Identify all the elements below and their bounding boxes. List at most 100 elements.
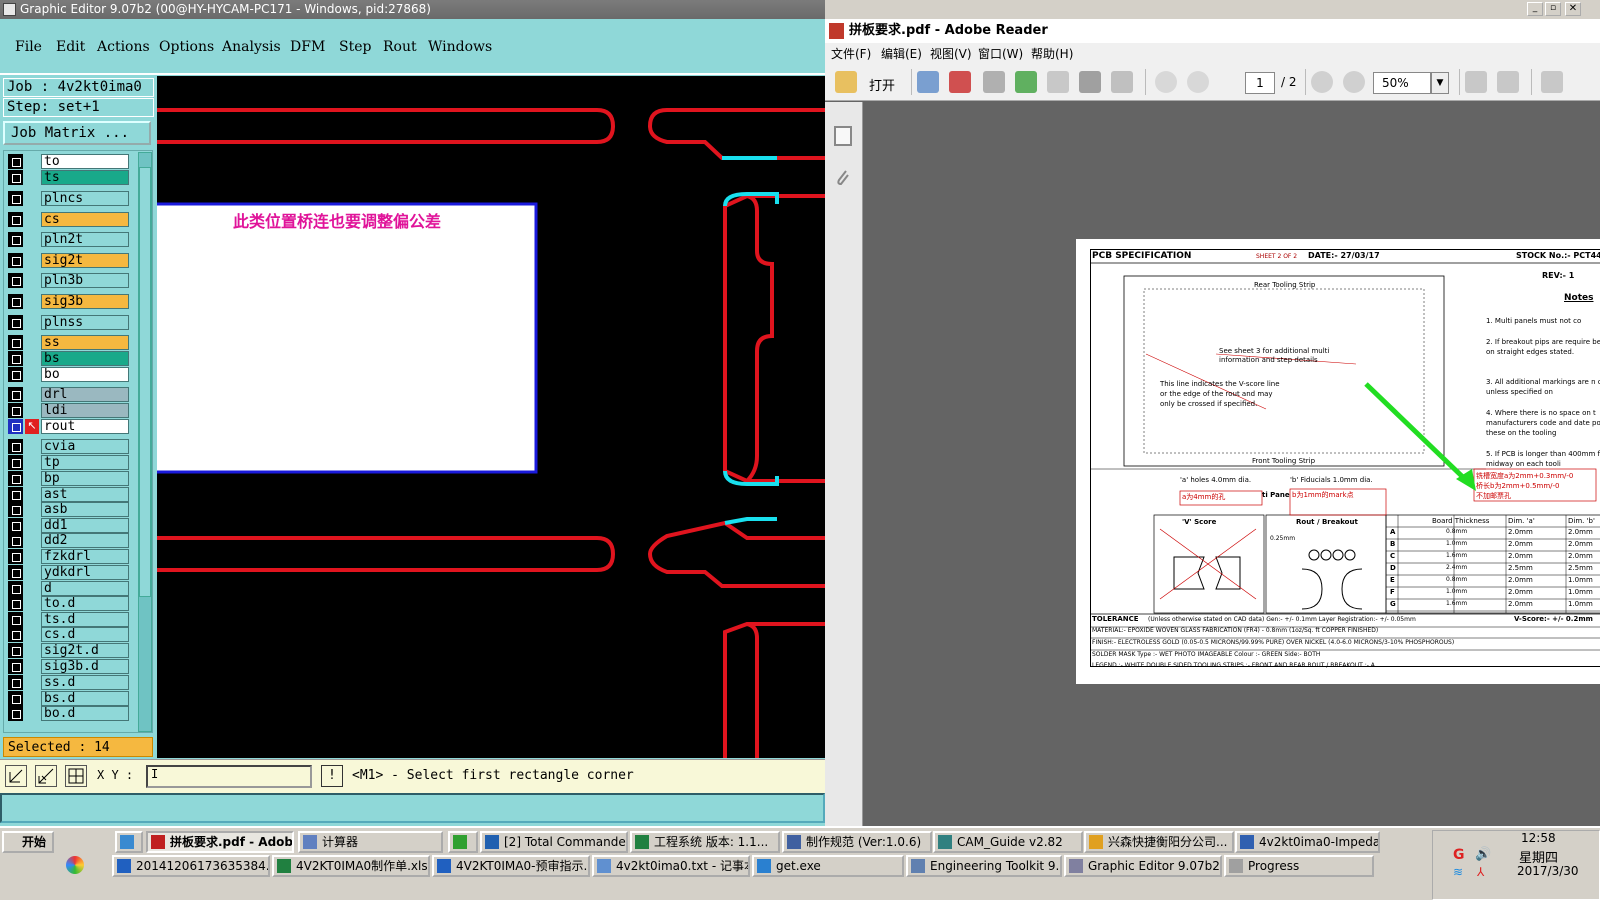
fullscreen-icon[interactable] bbox=[1541, 71, 1563, 93]
layer-name[interactable]: pln2t bbox=[41, 232, 129, 247]
page-number-input[interactable]: 1 bbox=[1245, 72, 1275, 94]
layer-checkbox[interactable] bbox=[8, 232, 23, 247]
layer-row[interactable]: d bbox=[8, 581, 129, 596]
layer-name[interactable]: sig2t.d bbox=[41, 643, 129, 658]
layer-name[interactable]: ss.d bbox=[41, 675, 129, 690]
layer-name[interactable]: plncs bbox=[41, 191, 129, 206]
layer-row[interactable]: to bbox=[8, 154, 129, 169]
layer-scrollbar[interactable] bbox=[138, 152, 152, 732]
grid-icon[interactable] bbox=[65, 765, 87, 787]
layer-checkbox[interactable] bbox=[8, 455, 23, 470]
menu-file[interactable]: File bbox=[15, 39, 42, 55]
layer-checkbox[interactable] bbox=[8, 387, 23, 402]
taskbar-button[interactable]: 工程系统 版本: 1.1... bbox=[630, 831, 780, 853]
layer-checkbox[interactable] bbox=[8, 315, 23, 330]
menu-windows[interactable]: Windows bbox=[428, 39, 492, 55]
menu-rout[interactable]: Rout bbox=[383, 39, 417, 55]
layer-name[interactable]: asb bbox=[41, 502, 129, 517]
layer-name[interactable]: bo bbox=[41, 367, 129, 382]
page-up-icon[interactable] bbox=[1155, 71, 1177, 93]
layer-name[interactable]: cs bbox=[41, 212, 129, 227]
layer-row[interactable]: bo.d bbox=[8, 706, 129, 721]
layer-checkbox[interactable] bbox=[8, 659, 23, 674]
layer-row[interactable]: cs.d bbox=[8, 627, 129, 642]
layer-name[interactable]: plnss bbox=[41, 315, 129, 330]
layer-checkbox[interactable] bbox=[8, 565, 23, 580]
layer-checkbox[interactable] bbox=[8, 581, 23, 596]
layer-checkbox[interactable] bbox=[8, 403, 23, 418]
layer-checkbox[interactable] bbox=[8, 419, 23, 434]
zoom-out-icon[interactable] bbox=[1311, 71, 1333, 93]
layer-checkbox[interactable] bbox=[8, 170, 23, 185]
menu-analysis[interactable]: Analysis bbox=[222, 39, 281, 55]
layer-checkbox[interactable] bbox=[8, 691, 23, 706]
taskbar-button[interactable]: Graphic Editor 9.07b2 (0... bbox=[1064, 855, 1222, 877]
layer-checkbox[interactable] bbox=[8, 612, 23, 627]
taskbar-button[interactable]: 4V2KT0IMA0制作单.xls ... bbox=[272, 855, 430, 877]
job-matrix-button[interactable]: Job Matrix ... bbox=[3, 121, 151, 145]
layer-checkbox[interactable] bbox=[8, 518, 23, 533]
taskbar-button[interactable]: CAM_Guide v2.82 bbox=[933, 831, 1083, 853]
volume-icon[interactable]: 🔊 bbox=[1475, 847, 1491, 862]
pdf-document-area[interactable]: PCB SPECIFICATION SHEET 2 OF 2 DATE:- 27/0… bbox=[863, 102, 1600, 826]
layer-checkbox[interactable] bbox=[8, 643, 23, 658]
layer-row[interactable]: sig3b.d bbox=[8, 659, 129, 674]
layer-name[interactable]: dd2 bbox=[41, 533, 129, 548]
layer-row[interactable]: bo bbox=[8, 367, 129, 382]
layer-row[interactable]: fzkdrl bbox=[8, 549, 129, 564]
layer-row[interactable]: cvia bbox=[8, 439, 129, 454]
menu-step[interactable]: Step bbox=[339, 39, 371, 55]
zoom-input[interactable]: 50% bbox=[1373, 72, 1431, 94]
layer-row[interactable]: sig3b bbox=[8, 294, 129, 309]
taskbar-button[interactable]: Progress bbox=[1224, 855, 1374, 877]
ar-menu-help[interactable]: 帮助(H) bbox=[1031, 45, 1073, 62]
layer-checkbox[interactable] bbox=[8, 367, 23, 382]
layer-row[interactable]: ts bbox=[8, 170, 129, 185]
layer-checkbox[interactable] bbox=[8, 549, 23, 564]
layer-checkbox[interactable] bbox=[8, 273, 23, 288]
taskbar-button[interactable]: [2] Total Commander 7.... bbox=[480, 831, 628, 853]
layer-name[interactable]: to.d bbox=[41, 596, 129, 611]
menu-options[interactable]: Options bbox=[159, 39, 214, 55]
layer-name[interactable]: fzkdrl bbox=[41, 549, 129, 564]
layer-name[interactable]: d bbox=[41, 581, 129, 596]
layer-name[interactable]: bs.d bbox=[41, 691, 129, 706]
layer-name[interactable]: ldi bbox=[41, 403, 129, 418]
layer-row[interactable]: pln3b bbox=[8, 273, 129, 288]
layer-name[interactable]: bp bbox=[41, 471, 129, 486]
layer-name[interactable]: ydkdrl bbox=[41, 565, 129, 580]
layer-row[interactable]: ss bbox=[8, 335, 129, 350]
layer-name[interactable]: tp bbox=[41, 455, 129, 470]
print-icon[interactable] bbox=[1079, 71, 1101, 93]
layer-row[interactable]: ss.d bbox=[8, 675, 129, 690]
zoom-dropdown[interactable]: ▼ bbox=[1431, 72, 1449, 94]
zoom-in-icon[interactable] bbox=[1343, 71, 1365, 93]
taskbar-button[interactable]: 拼板要求.pdf - Adob... bbox=[146, 831, 294, 853]
layer-name[interactable]: ss bbox=[41, 335, 129, 350]
fit-page-icon[interactable] bbox=[1465, 71, 1487, 93]
taskbar-button[interactable]: 兴森快捷衡阳分公司... bbox=[1084, 831, 1234, 853]
layer-name[interactable]: to bbox=[41, 154, 129, 169]
network-icon[interactable]: ≋ bbox=[1453, 865, 1463, 879]
taskbar-button[interactable]: 20141206173635384.rtf.... bbox=[112, 855, 270, 877]
layer-name[interactable]: sig3b.d bbox=[41, 659, 129, 674]
scrollbar-thumb[interactable] bbox=[139, 167, 151, 597]
layer-name[interactable]: bo.d bbox=[41, 706, 129, 721]
measure-icon[interactable] bbox=[35, 765, 57, 787]
edit-icon[interactable] bbox=[983, 71, 1005, 93]
open-button[interactable]: 打开 bbox=[869, 75, 895, 94]
email-icon[interactable] bbox=[1111, 71, 1133, 93]
taskbar-button[interactable]: 4v2kt0ima0-Impedanc... bbox=[1235, 831, 1380, 853]
combine-icon[interactable] bbox=[949, 71, 971, 93]
clock-time[interactable]: 12:58 bbox=[1521, 831, 1556, 845]
layer-checkbox[interactable] bbox=[8, 212, 23, 227]
ar-menu-file[interactable]: 文件(F) bbox=[831, 45, 871, 62]
taskbar-button[interactable]: get.exe bbox=[752, 855, 904, 877]
layer-row[interactable]: ydkdrl bbox=[8, 565, 129, 580]
alert-button[interactable]: ! bbox=[321, 765, 343, 787]
save-icon[interactable] bbox=[1047, 71, 1069, 93]
layer-checkbox[interactable] bbox=[8, 533, 23, 548]
open-folder-icon[interactable] bbox=[835, 71, 857, 93]
minimize-button[interactable]: _ bbox=[1527, 2, 1543, 16]
layer-row[interactable]: bs.d bbox=[8, 691, 129, 706]
